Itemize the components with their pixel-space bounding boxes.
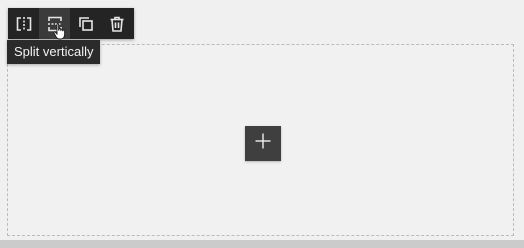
split-horizontal-icon [15, 15, 33, 33]
hand-pointer-cursor-icon [53, 23, 67, 45]
plus-icon [254, 132, 272, 155]
bottom-edge-strip [0, 240, 524, 248]
duplicate-icon [77, 15, 95, 33]
split-horizontally-button[interactable] [8, 8, 39, 39]
widget-toolbar [8, 8, 134, 39]
add-widget-button[interactable] [245, 126, 281, 161]
duplicate-button[interactable] [70, 8, 101, 39]
delete-button[interactable] [101, 8, 132, 39]
delete-icon [108, 15, 126, 33]
